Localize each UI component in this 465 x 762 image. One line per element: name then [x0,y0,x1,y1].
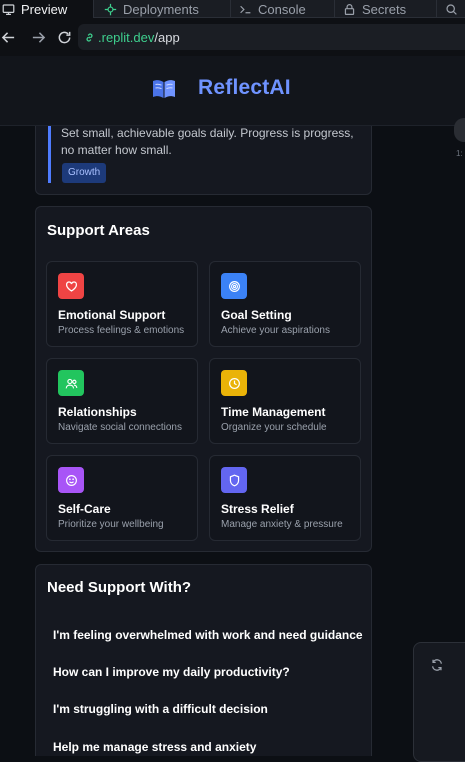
suggested-prompt[interactable]: I'm struggling with a difficult decision [53,702,268,716]
url-field[interactable]: .replit.dev/app [78,24,465,50]
area-desc: Process feelings & emotions [58,325,185,336]
area-desc: Organize your schedule [221,422,327,433]
main-content: Set small, achievable goals daily. Progr… [0,126,465,756]
terminal-icon [240,5,251,13]
support-areas-card: Support Areas Emotional Support Process … [35,206,372,552]
tab-deployments[interactable]: Deployments [94,0,231,18]
refresh-icon[interactable] [430,658,444,672]
area-title: Emotional Support [58,308,166,322]
url-domain: .replit.dev [98,29,155,45]
tab-label: Secrets [362,1,407,17]
browser-tab-strip: Preview Deployments Console Secrets [0,0,465,18]
area-title: Goal Setting [221,308,292,322]
area-title: Relationships [58,405,137,419]
tab-search[interactable] [437,0,465,18]
arrow-right-icon [32,31,45,43]
need-support-title: Need Support With? [47,579,192,596]
tip-category-badge: Growth [62,163,107,183]
suggested-prompt[interactable]: I'm feeling overwhelmed with work and ne… [53,628,363,642]
forward-button[interactable] [24,23,52,51]
users-icon [58,370,84,396]
area-relationships[interactable]: Relationships Navigate social connection… [46,358,198,444]
shield-icon [221,467,247,493]
tab-label: Console [258,1,306,17]
tab-label: Deployments [123,1,199,17]
app-brand: ReflectAI [198,76,291,99]
suggested-prompt[interactable]: How can I improve my daily productivity? [53,665,290,679]
reload-icon [58,31,70,43]
back-button[interactable] [0,23,22,51]
chat-bubble-partial [454,118,465,142]
tab-label: Preview [21,1,68,17]
app-header: ReflectAI [0,56,465,126]
support-areas-title: Support Areas [47,222,150,239]
url-path: /app [154,29,180,45]
link-icon [86,32,93,42]
deploy-icon [104,3,117,15]
area-stress-relief[interactable]: Stress Relief Manage anxiety & pressure [209,455,361,541]
area-desc: Prioritize your wellbeing [58,519,164,530]
area-title: Self-Care [58,502,111,516]
lock-icon [344,3,355,15]
tab-console[interactable]: Console [231,0,335,18]
smile-icon [58,467,84,493]
monitor-icon [2,3,15,15]
area-goal-setting[interactable]: Goal Setting Achieve your aspirations [209,261,361,347]
arrow-left-icon [1,31,14,43]
area-time-management[interactable]: Time Management Organize your schedule [209,358,361,444]
search-icon [446,3,457,15]
need-support-card: Need Support With? I'm feeling overwhelm… [35,564,372,756]
clock-icon [221,370,247,396]
area-title: Stress Relief [221,502,294,516]
chat-input-panel-partial [413,642,465,762]
area-desc: Manage anxiety & pressure [221,519,343,530]
tab-secrets[interactable]: Secrets [335,0,437,18]
area-emotional-support[interactable]: Emotional Support Process feelings & emo… [46,261,198,347]
area-desc: Achieve your aspirations [221,325,330,336]
target-icon [221,273,247,299]
message-timestamp-partial: 1: [456,149,463,158]
reload-button[interactable] [50,23,78,51]
address-bar: .replit.dev/app [0,18,465,56]
heart-icon [58,273,84,299]
area-desc: Navigate social connections [58,422,182,433]
suggested-prompt[interactable]: Help me manage stress and anxiety [53,740,256,754]
area-title: Time Management [221,405,326,419]
book-logo-icon [153,80,175,98]
area-self-care[interactable]: Self-Care Prioritize your wellbeing [46,455,198,541]
tab-preview[interactable]: Preview [0,0,94,18]
tip-body: Set small, achievable goals daily. Progr… [48,126,368,187]
tip-text: Set small, achievable goals daily. Progr… [61,126,354,157]
daily-tip-card: Set small, achievable goals daily. Progr… [35,126,372,195]
